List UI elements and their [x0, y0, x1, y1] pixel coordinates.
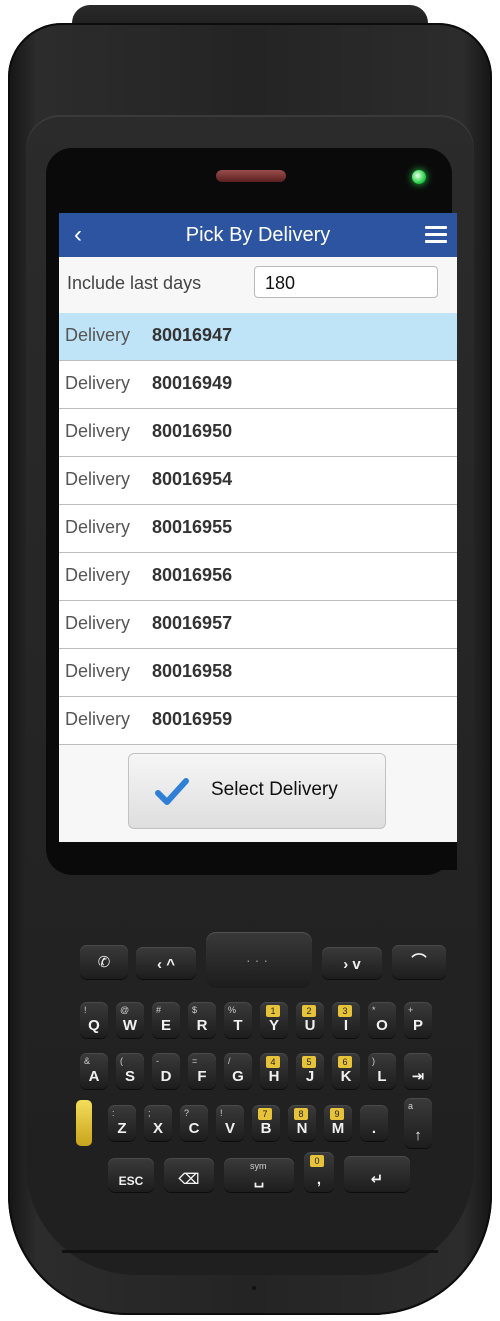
key-s[interactable]: (S	[116, 1053, 144, 1089]
key-q[interactable]: ! Q	[80, 1002, 108, 1038]
comma-key[interactable]: 0,	[304, 1152, 334, 1192]
end-call-key[interactable]: ⌒	[392, 945, 446, 979]
key-f[interactable]: = F	[188, 1053, 216, 1089]
key-j[interactable]: 5J	[296, 1053, 324, 1089]
key-m[interactable]: 9M	[324, 1105, 352, 1141]
shift-key[interactable]: a ↑	[404, 1098, 432, 1148]
key-o[interactable]: * O	[368, 1002, 396, 1038]
backspace-key[interactable]: ⌫	[164, 1158, 214, 1192]
key-g[interactable]: / G	[224, 1053, 252, 1089]
key-e[interactable]: # E	[152, 1002, 180, 1038]
key-n[interactable]: 8N	[288, 1105, 316, 1141]
key-l[interactable]: ) L	[368, 1053, 396, 1089]
key-i[interactable]: 3I	[332, 1002, 360, 1038]
device-bottom-seam	[62, 1250, 438, 1253]
key-p[interactable]: + P	[404, 1002, 432, 1038]
tab-key[interactable]: ⇥	[404, 1053, 432, 1089]
shift-indicator[interactable]	[76, 1100, 92, 1146]
key-t[interactable]: % T	[224, 1002, 252, 1038]
key-k[interactable]: 6K	[332, 1053, 360, 1089]
device-bottom-hole	[252, 1286, 256, 1290]
key-b[interactable]: 7B	[252, 1105, 280, 1141]
call-key[interactable]: ✆	[80, 945, 128, 979]
key-h[interactable]: 4H	[260, 1053, 288, 1089]
key-x[interactable]: ; X	[144, 1105, 172, 1141]
esc-key[interactable]: ESC	[108, 1158, 154, 1192]
key-r[interactable]: $ R	[188, 1002, 216, 1038]
nav-right-key[interactable]: › v	[322, 947, 382, 979]
period-key[interactable]: .	[360, 1105, 388, 1141]
nav-center-key[interactable]: ···	[206, 932, 312, 988]
space-key[interactable]: sym ␣	[224, 1158, 294, 1192]
key-w[interactable]: @ W	[116, 1002, 144, 1038]
key-a[interactable]: & A	[80, 1053, 108, 1089]
enter-key[interactable]: ↵	[344, 1156, 410, 1192]
key-d[interactable]: -D	[152, 1053, 180, 1089]
keypad: ✆ ‹ ^ ··· › v ⌒ ! Q @ W # E $ R % T 1Y 2U 3I …	[0, 0, 500, 1321]
key-u[interactable]: 2U	[296, 1002, 324, 1038]
nav-left-key[interactable]: ‹ ^	[136, 947, 196, 979]
key-c[interactable]: ? C	[180, 1105, 208, 1141]
key-v[interactable]: ! V	[216, 1105, 244, 1141]
key-y[interactable]: 1Y	[260, 1002, 288, 1038]
key-z[interactable]: :Z	[108, 1105, 136, 1141]
